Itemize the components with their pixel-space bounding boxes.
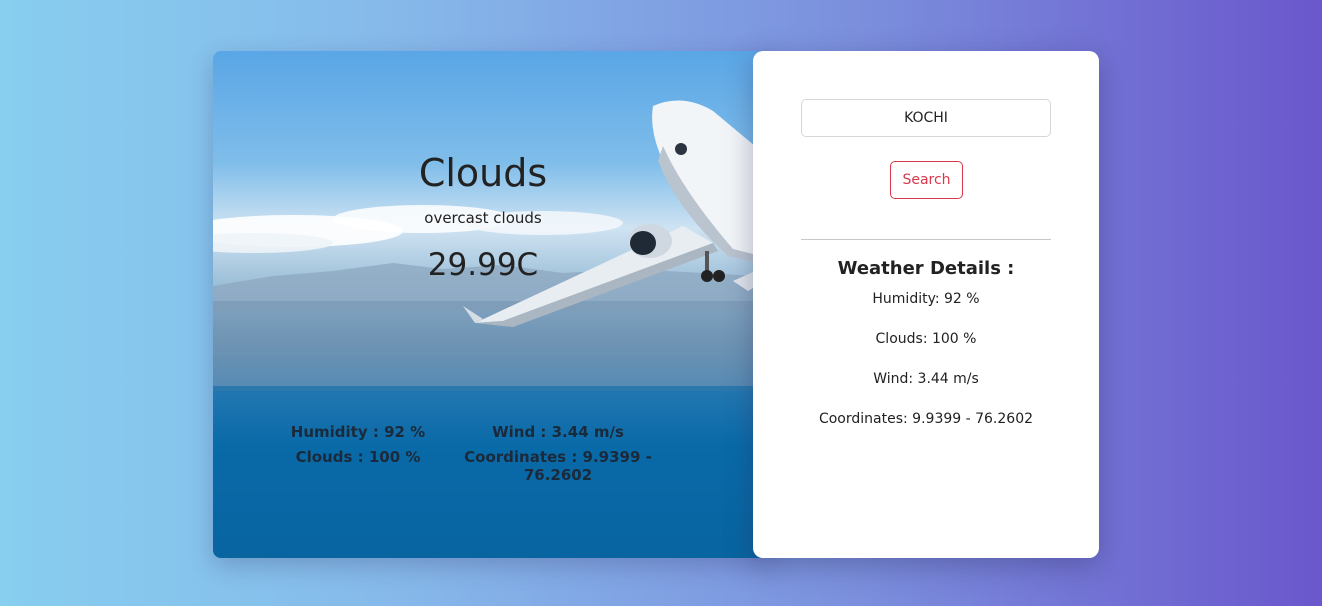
detail-coordinates: Coordinates: 9.9399 - 76.2602	[818, 411, 1034, 427]
hero-stats: Humidity : 92 % Wind : 3.44 m/s Clouds :…	[283, 423, 683, 484]
hero-humidity: Humidity : 92 %	[290, 423, 426, 441]
hero-clouds: Clouds : 100 %	[295, 448, 421, 466]
weather-description: overcast clouds	[424, 209, 542, 227]
temperature: 29.99C	[427, 247, 539, 283]
details-title: Weather Details :	[837, 258, 1015, 279]
detail-wind: Wind: 3.44 m/s	[873, 371, 979, 387]
detail-humidity: Humidity: 92 %	[872, 291, 980, 307]
hero-wind: Wind : 3.44 m/s	[492, 423, 624, 441]
weather-condition: Clouds	[418, 151, 548, 195]
detail-clouds: Clouds: 100 %	[875, 331, 977, 347]
weather-details-panel: Search Weather Details : Humidity: 92 % …	[753, 51, 1099, 558]
hero-coordinates: Coordinates : 9.9399 - 76.2602	[464, 448, 652, 484]
search-button[interactable]: Search	[890, 161, 963, 199]
divider	[801, 239, 1051, 240]
weather-hero-card: Clouds overcast clouds 29.99C Humidity :…	[213, 51, 773, 558]
city-search-input[interactable]	[801, 99, 1051, 137]
